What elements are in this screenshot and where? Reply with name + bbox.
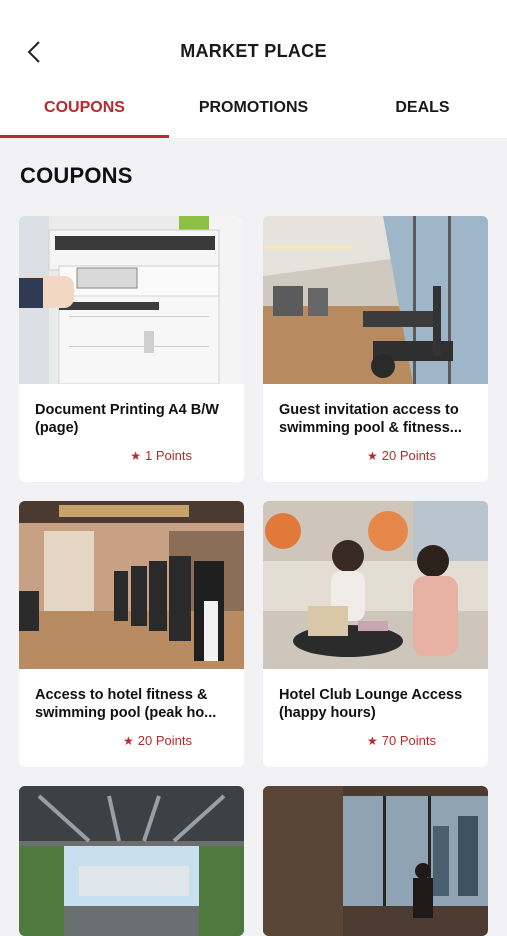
coupon-points: ★ 1 Points xyxy=(130,448,192,463)
coupon-name: Hotel Club Lounge Access (happy hours) xyxy=(279,687,463,721)
star-icon: ★ xyxy=(367,448,378,463)
coupon-image-lounge xyxy=(263,501,488,669)
points-label: 20 Points xyxy=(381,448,436,463)
coupon-image-fitness-room xyxy=(263,216,488,384)
points-label: 1 Points xyxy=(145,448,192,463)
points-label: 70 Points xyxy=(381,733,436,748)
coupon-body: Guest invitation access to swimming pool… xyxy=(263,384,488,482)
coupon-image-treadmills xyxy=(19,501,244,669)
section-title: COUPONS xyxy=(20,163,133,188)
coupon-points: ★ 20 Points xyxy=(367,448,436,463)
tab-coupons[interactable]: COUPONS xyxy=(0,88,169,138)
coupon-card[interactable]: Hotel Club Lounge Access (happy hours) ★… xyxy=(263,501,488,767)
coupon-image-office xyxy=(19,786,244,936)
coupon-name: Guest invitation access to swimming pool… xyxy=(279,402,462,436)
star-icon: ★ xyxy=(367,733,378,748)
coupon-body: Document Printing A4 B/W (page) ★ 1 Poin… xyxy=(19,384,244,482)
star-icon: ★ xyxy=(130,448,142,463)
star-icon: ★ xyxy=(123,733,134,748)
coupon-name: Document Printing A4 B/W (page) xyxy=(35,402,219,436)
tab-promotions[interactable]: PROMOTIONS xyxy=(169,88,338,138)
coupon-card[interactable]: Guest invitation access to swimming pool… xyxy=(263,216,488,482)
coupon-image-printer xyxy=(19,216,244,384)
coupon-card[interactable] xyxy=(263,786,488,936)
coupon-image-restaurant xyxy=(263,786,488,936)
coupon-card[interactable]: Access to hotel fitness & swimming pool … xyxy=(19,501,244,767)
coupon-points: ★ 20 Points xyxy=(123,733,192,748)
app-header: MARKET PLACE COUPONS PROMOTIONS DEALS xyxy=(0,0,507,138)
tab-bar: COUPONS PROMOTIONS DEALS xyxy=(0,88,507,138)
coupon-card[interactable]: Document Printing A4 B/W (page) ★ 1 Poin… xyxy=(19,216,244,482)
coupon-points: ★ 70 Points xyxy=(367,733,436,748)
coupon-card[interactable] xyxy=(19,786,244,936)
coupon-name: Access to hotel fitness & swimming pool … xyxy=(35,687,217,721)
coupon-body: Access to hotel fitness & swimming pool … xyxy=(19,669,244,767)
points-label: 20 Points xyxy=(137,733,192,748)
tab-deals[interactable]: DEALS xyxy=(338,88,507,138)
coupon-body: Hotel Club Lounge Access (happy hours) ★… xyxy=(263,669,488,767)
page-title: MARKET PLACE xyxy=(180,41,327,61)
